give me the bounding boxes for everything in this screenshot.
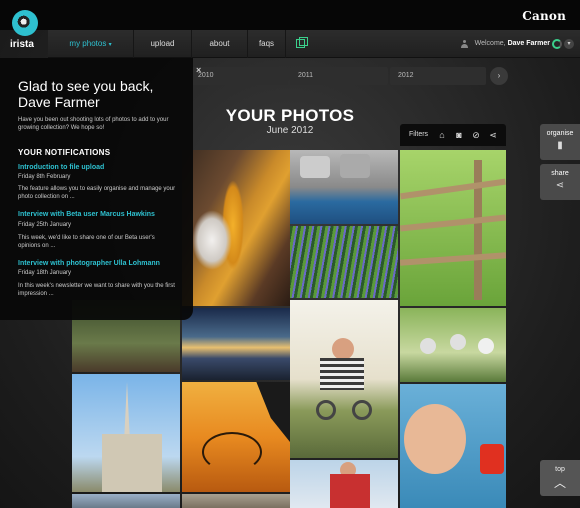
nav-my-photos[interactable]: my photos ▾ <box>48 30 134 58</box>
chevron-up-icon: ︿ <box>553 476 566 490</box>
notification-body: This week, we'd like to share one of our… <box>18 235 155 249</box>
notification-link[interactable]: Interview with Beta user Marcus Hawkins <box>18 211 183 218</box>
share-label: share <box>551 170 569 177</box>
irista-logo[interactable]: irista <box>6 8 46 58</box>
photo-gondolas[interactable] <box>182 308 290 380</box>
app-root: Canon irista my photos ▾ upload about fa… <box>0 0 580 508</box>
user-name[interactable]: Dave Farmer <box>508 40 550 47</box>
chevron-down-icon: ▾ <box>108 42 112 48</box>
notification-body: In this week's newsletter we want to sha… <box>18 283 175 297</box>
year-2010[interactable]: 2010 <box>190 67 288 85</box>
notification-date: Friday 18th January <box>18 270 72 276</box>
year-2012[interactable]: 2012 <box>390 67 486 85</box>
close-icon[interactable]: × <box>196 65 201 75</box>
notification-link[interactable]: Introduction to file upload <box>18 164 183 171</box>
year-2011[interactable]: 2011 <box>290 67 388 85</box>
back-to-top-button[interactable]: top ︿ <box>540 460 580 496</box>
photo-rocks[interactable] <box>290 150 398 224</box>
top-label: top <box>555 466 565 473</box>
photo-fountain[interactable] <box>182 382 290 492</box>
logo-disc-icon <box>12 10 38 36</box>
storage-ring-icon[interactable] <box>552 39 562 49</box>
canon-logo: Canon <box>522 9 566 23</box>
page-title: YOUR PHOTOS <box>225 106 355 125</box>
photo-fence[interactable] <box>400 150 506 306</box>
year-timeline: 2010 2011 2012 › <box>190 67 508 85</box>
filter-bar: Filters ⌂ ◙ ⊘ ⋖ <box>400 124 506 146</box>
welcome-intro: Have you been out shooting lots of photo… <box>18 117 169 131</box>
logo-text: irista <box>10 39 34 50</box>
nav-about[interactable]: about <box>192 30 248 58</box>
notifications-heading: YOUR NOTIFICATIONS <box>18 148 111 157</box>
nav-my-photos-label: my photos <box>69 39 107 48</box>
welcome-panel: Glad to see you back, Dave Farmer Have y… <box>0 58 193 320</box>
photo-dancer[interactable] <box>182 150 290 306</box>
filters-label[interactable]: Filters <box>409 131 428 138</box>
photo-boy-bike[interactable] <box>290 300 398 458</box>
nav-upload[interactable]: upload <box>134 30 192 58</box>
photo-piggyback[interactable] <box>290 460 398 508</box>
notification-date: Friday 8th February <box>18 174 71 180</box>
photo-bottom-left-1[interactable] <box>72 494 180 508</box>
notification-date: Friday 25th January <box>18 222 72 228</box>
photo-cathedral[interactable] <box>72 374 180 492</box>
account-menu-chevron-icon[interactable]: ▾ <box>564 39 574 49</box>
share-side-icon: ⋖ <box>555 180 565 191</box>
user-icon <box>461 40 468 48</box>
share-icon[interactable]: ⋖ <box>488 130 498 140</box>
organise-icon: ▮ <box>557 140 563 151</box>
page-subtitle: June 2012 <box>266 125 314 136</box>
timeline-next-icon[interactable]: › <box>490 67 508 85</box>
tag-icon[interactable]: ⌂ <box>437 130 447 140</box>
welcome-text: Welcome, Dave Farmer <box>475 30 550 58</box>
notification-link[interactable]: Interview with photographer Ulla Lohmann <box>18 260 183 267</box>
welcome-title: Glad to see you back, Dave Farmer <box>18 78 154 110</box>
notification-body: The feature allows you to easily organis… <box>18 186 176 200</box>
organise-label: organise <box>546 130 574 137</box>
welcome-prefix: Welcome, <box>474 40 506 47</box>
photo-child-water[interactable] <box>400 384 506 508</box>
organise-button[interactable]: organise ▮ <box>540 124 580 160</box>
camera-icon[interactable]: ◙ <box>454 130 464 140</box>
albums-icon[interactable] <box>296 37 308 48</box>
main-nav: my photos ▾ upload about faqs Welcome, D… <box>48 30 580 58</box>
photo-family-bikes[interactable] <box>400 308 506 382</box>
block-icon[interactable]: ⊘ <box>471 130 481 140</box>
share-button[interactable]: share ⋖ <box>540 164 580 200</box>
nav-faqs[interactable]: faqs <box>248 30 286 58</box>
photo-bottom-left-2[interactable] <box>182 494 290 508</box>
photo-flowers[interactable] <box>290 226 398 298</box>
top-strip <box>0 0 580 30</box>
